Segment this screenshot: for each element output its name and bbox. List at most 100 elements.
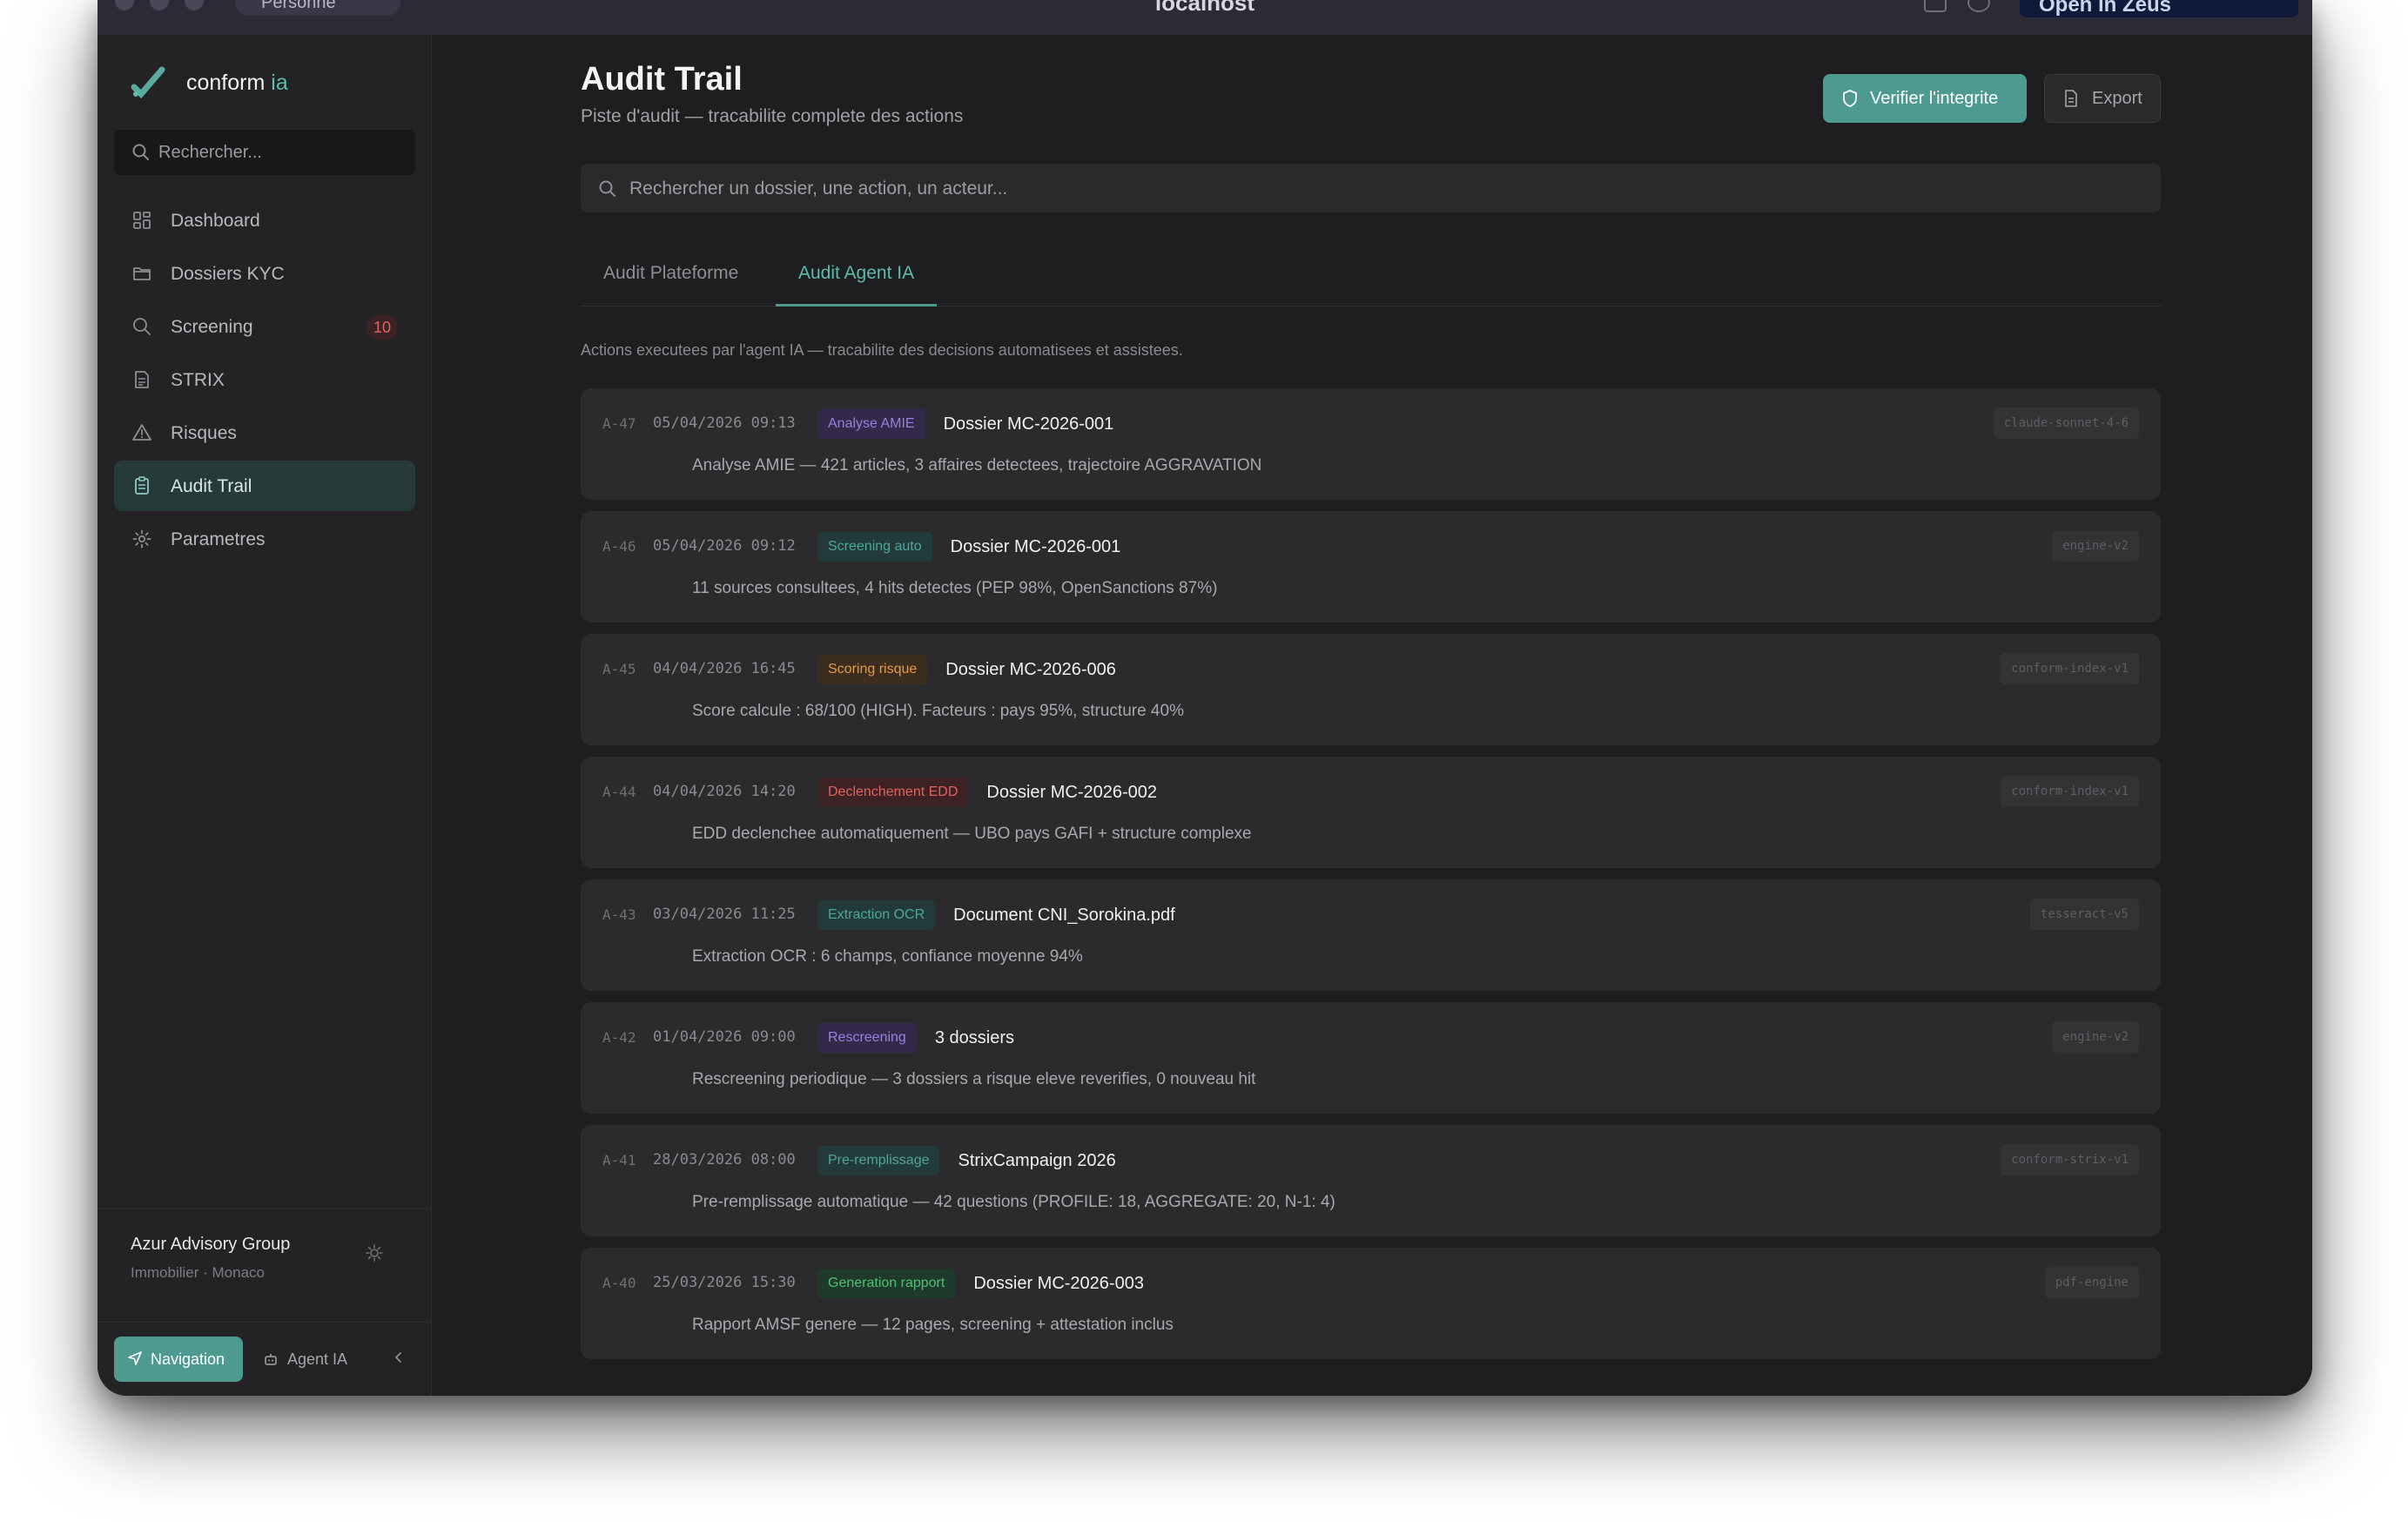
audit-id: A-47 <box>602 415 636 432</box>
main-content: Audit Trail Piste d'audit — tracabilite … <box>433 35 2312 1396</box>
bot-icon <box>265 1354 277 1365</box>
open-in-button[interactable]: Open in Zeus <box>2020 0 2298 17</box>
sidebar-item-dashboard[interactable]: Dashboard <box>114 195 415 246</box>
audit-timestamp: 05/04/2026 09:13 <box>653 414 796 432</box>
audit-id: A-44 <box>602 784 636 800</box>
audit-subject: Dossier MC-2026-006 <box>945 659 1116 679</box>
audit-timestamp: 03/04/2026 11:25 <box>653 906 796 923</box>
audit-timestamp: 01/04/2026 09:00 <box>653 1028 796 1046</box>
action-tag: Extraction OCR <box>817 900 936 930</box>
search-icon <box>133 318 151 335</box>
page-subtitle: Piste d'audit — tracabilite complete des… <box>581 106 964 126</box>
audit-description: 11 sources consultees, 4 hits detectes (… <box>692 579 1218 597</box>
audit-description: EDD declenchee automatiquement — UBO pay… <box>692 825 1252 843</box>
navigation-mode-button[interactable]: Navigation <box>114 1337 243 1382</box>
audit-id: A-40 <box>602 1275 636 1291</box>
audit-subject: Document CNI_Sorokina.pdf <box>953 905 1175 925</box>
audit-subject: Dossier MC-2026-003 <box>973 1273 1144 1293</box>
sidebar-item-parametres[interactable]: Parametres <box>114 514 415 564</box>
screening-count-badge: 10 <box>366 314 398 340</box>
tab-description: Actions executees par l'agent IA — traca… <box>581 341 1183 359</box>
browser-titlebar: Personne localhost Open in Zeus <box>98 0 2312 35</box>
grid-icon <box>133 212 151 229</box>
action-tag: Rescreening <box>817 1023 917 1053</box>
document-icon <box>135 371 149 388</box>
audit-row[interactable]: A-45 04/04/2026 16:45 Scoring risque Dos… <box>581 634 2161 745</box>
brand-logo-icon <box>131 66 165 99</box>
audit-timestamp: 05/04/2026 09:12 <box>653 537 796 555</box>
sidebar-item-audit-trail[interactable]: Audit Trail <box>114 461 415 511</box>
audit-description: Pre-remplissage automatique — 42 questio… <box>692 1193 1335 1211</box>
tab-audit-plateforme[interactable]: Audit Plateforme <box>581 254 761 306</box>
org-subtitle: Immobilier · Monaco <box>131 1264 265 1281</box>
audit-timestamp: 04/04/2026 16:45 <box>653 660 796 677</box>
sidebar-item-dossiers-kyc[interactable]: Dossiers KYC <box>114 248 415 299</box>
audit-id: A-41 <box>602 1152 636 1168</box>
search-icon <box>132 144 149 160</box>
org-name: Azur Advisory Group <box>131 1235 291 1254</box>
model-badge: conform-strix-v1 <box>2001 1144 2139 1175</box>
audit-search-input[interactable]: Rechercher un dossier, une action, un ac… <box>581 164 2161 212</box>
organization-panel: Azur Advisory Group Immobilier · Monaco <box>98 1208 432 1321</box>
audit-row-header: Declenchement EDD Dossier MC-2026-002 <box>817 777 1157 808</box>
folder-icon <box>133 267 151 280</box>
audit-description: Rapport AMSF genere — 12 pages, screenin… <box>692 1316 1174 1334</box>
action-tag: Scoring risque <box>817 655 928 684</box>
audit-id: A-43 <box>602 906 636 923</box>
audit-id: A-46 <box>602 538 636 555</box>
collapse-sidebar-chevron-icon[interactable] <box>390 1349 407 1366</box>
sidebar: conform ia Rechercher... Dashboard Dossi… <box>98 35 432 1396</box>
model-badge: engine-v2 <box>2052 530 2139 562</box>
model-badge: pdf-engine <box>2044 1267 2139 1298</box>
model-badge: conform-index-v1 <box>2001 776 2139 807</box>
tab-overview-icon[interactable] <box>1924 0 1947 12</box>
send-icon <box>128 1351 142 1365</box>
audit-row-header: Generation rapport Dossier MC-2026-003 <box>817 1268 1144 1299</box>
audit-timestamp: 04/04/2026 14:20 <box>653 783 796 800</box>
sidebar-item-screening[interactable]: Screening 10 <box>114 301 415 352</box>
audit-row-header: Extraction OCR Document CNI_Sorokina.pdf <box>817 899 1175 931</box>
action-tag: Screening auto <box>817 532 932 562</box>
tab-audit-agent-ia[interactable]: Audit Agent IA <box>776 254 938 306</box>
action-tag: Analyse AMIE <box>817 409 925 439</box>
audit-row[interactable]: A-41 28/03/2026 08:00 Pre-remplissage St… <box>581 1125 2161 1236</box>
sidebar-nav: Dashboard Dossiers KYC Screening 10 STRI… <box>114 195 415 567</box>
audit-timestamp: 28/03/2026 08:00 <box>653 1151 796 1168</box>
audit-id: A-45 <box>602 661 636 677</box>
brand[interactable]: conform ia <box>131 61 288 104</box>
search-icon <box>599 180 615 197</box>
sidebar-item-risques[interactable]: Risques <box>114 407 415 458</box>
audit-subject: StrixCampaign 2026 <box>958 1150 1116 1170</box>
sidebar-item-strix[interactable]: STRIX <box>114 354 415 405</box>
audit-row[interactable]: A-40 25/03/2026 15:30 Generation rapport… <box>581 1248 2161 1359</box>
audit-subject: 3 dossiers <box>934 1027 1014 1047</box>
verify-integrity-button[interactable]: Verifier l'integrite <box>1823 74 2027 123</box>
gear-icon <box>132 529 151 549</box>
action-tag: Declenchement EDD <box>817 778 969 807</box>
shield-icon <box>1843 90 1857 107</box>
audit-row-header: Screening auto Dossier MC-2026-001 <box>817 531 1120 562</box>
app-window: Personne localhost Open in Zeus conform … <box>98 0 2312 1396</box>
audit-row[interactable]: A-46 05/04/2026 09:12 Screening auto Dos… <box>581 511 2161 623</box>
export-button[interactable]: Export <box>2044 74 2161 123</box>
audit-description: Extraction OCR : 6 champs, confiance moy… <box>692 947 1083 966</box>
sidebar-footer: Navigation Agent IA <box>98 1322 432 1396</box>
audit-subject: Dossier MC-2026-001 <box>950 536 1121 556</box>
sidebar-search-input[interactable]: Rechercher... <box>114 130 415 175</box>
audit-description: Analyse AMIE — 421 articles, 3 affaires … <box>692 456 1262 475</box>
audit-log-list: A-47 05/04/2026 09:13 Analyse AMIE Dossi… <box>581 388 2161 1370</box>
audit-row[interactable]: A-43 03/04/2026 11:25 Extraction OCR Doc… <box>581 879 2161 991</box>
audit-subject: Dossier MC-2026-002 <box>986 782 1158 802</box>
audit-description: Score calcule : 68/100 (HIGH). Facteurs … <box>692 702 1184 720</box>
audit-row[interactable]: A-44 04/04/2026 14:20 Declenchement EDD … <box>581 757 2161 868</box>
model-badge: claude-sonnet-4-6 <box>1993 407 2139 439</box>
audit-row[interactable]: A-47 05/04/2026 09:13 Analyse AMIE Dossi… <box>581 388 2161 500</box>
audit-description: Rescreening periodique — 3 dossiers a ri… <box>692 1070 1256 1088</box>
audit-subject: Dossier MC-2026-001 <box>943 414 1114 434</box>
audit-id: A-42 <box>602 1029 636 1046</box>
audit-row-header: Scoring risque Dossier MC-2026-006 <box>817 654 1116 685</box>
page-title: Audit Trail <box>581 61 743 98</box>
audit-row[interactable]: A-42 01/04/2026 09:00 Rescreening 3 doss… <box>581 1002 2161 1114</box>
model-badge: conform-index-v1 <box>2001 653 2139 684</box>
theme-toggle-icon[interactable] <box>365 1243 384 1263</box>
